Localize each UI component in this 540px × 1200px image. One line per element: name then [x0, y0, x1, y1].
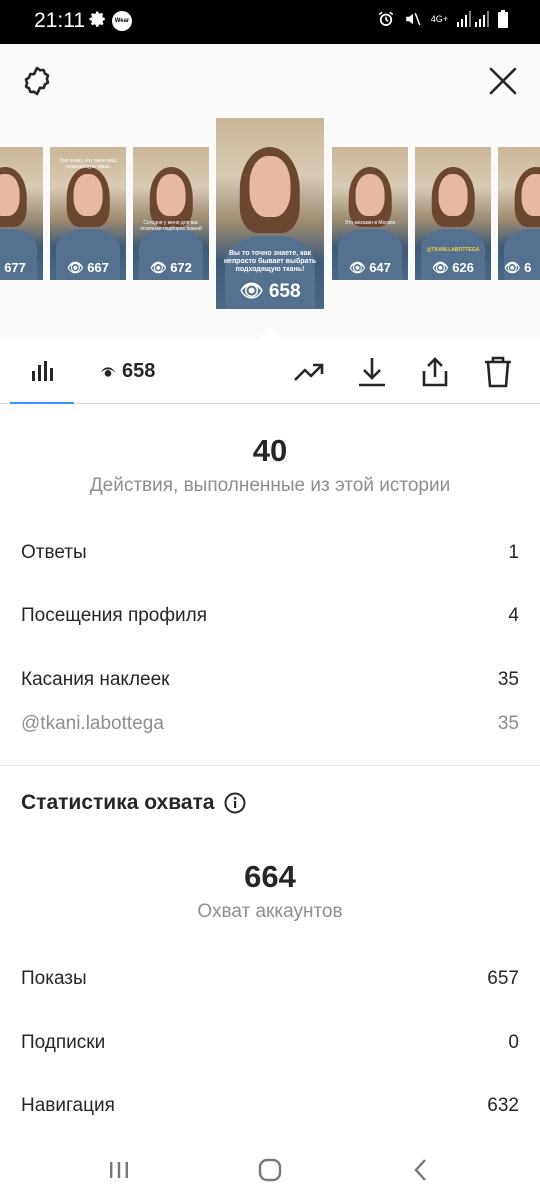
mute-icon: [405, 12, 421, 26]
story-thumbnail[interactable]: Уже знаю, что такое ваш подходящую ткань…: [50, 147, 126, 280]
network-type: 4G+: [430, 13, 448, 24]
stat-label: Посещения профиля: [21, 605, 207, 626]
section-divider: [0, 765, 540, 766]
story-caption: @TKANI.LABOTTEGA: [426, 246, 480, 253]
story-caption: Вы то точно знаете, как непросто бывает …: [223, 249, 317, 273]
story-insights-header: [0, 44, 540, 120]
story-thumbnail[interactable]: 👁 6: [498, 147, 540, 280]
tab-viewers[interactable]: 658: [100, 360, 155, 383]
stat-row-impressions: Показы 657: [21, 968, 519, 990]
story-views: 👁 647: [349, 260, 391, 275]
actions-caption: Действия, выполненные из этой истории: [89, 475, 451, 496]
stat-value: 0: [508, 1032, 519, 1053]
story-views: 👁 667: [67, 260, 109, 275]
home-icon[interactable]: [255, 1155, 285, 1185]
system-nav-bar: [0, 1140, 540, 1200]
stat-row-follows: Подписки 0: [21, 1032, 519, 1054]
stat-row-navigation: Навигация 632: [21, 1095, 519, 1117]
status-time: 21:11: [34, 9, 85, 32]
story-views: 👁 672: [150, 260, 192, 275]
info-icon[interactable]: [224, 792, 246, 814]
stories-carousel: 👁 677 Уже знаю, что такое ваш подходящую…: [0, 118, 540, 340]
signal-icon: [457, 11, 489, 27]
stat-value: 35: [497, 713, 519, 734]
reach-caption: Охват аккаунтов: [197, 901, 343, 922]
recent-apps-icon[interactable]: [104, 1155, 134, 1185]
story-views: 👁 677: [0, 260, 26, 275]
back-icon[interactable]: [406, 1155, 436, 1185]
story-caption: Уже знаю, что такое ваш подходящую ткань: [59, 157, 117, 170]
story-caption: Сегодня у меня для вас отличная подборка…: [140, 220, 202, 233]
story-thumbnail-selected[interactable]: Вы то точно знаете, как непросто бывает …: [216, 118, 324, 309]
settings-icon[interactable]: [20, 64, 54, 98]
battery-icon: [498, 10, 508, 28]
stat-label: Навигация: [21, 1095, 115, 1116]
reach-section-title: Статистика охвата: [21, 791, 246, 815]
stat-label: Показы: [21, 968, 87, 989]
stat-label: Подписки: [21, 1032, 106, 1053]
alarm-icon: [378, 11, 393, 26]
trash-icon[interactable]: [481, 355, 515, 389]
stat-label: @tkani.labottega: [21, 713, 164, 734]
reach-total: 664: [244, 859, 296, 894]
story-views: 👁 6: [504, 260, 532, 275]
stat-row-sticker-mention[interactable]: @tkani.labottega 35: [21, 713, 519, 735]
wear-app-icon: Wear: [112, 11, 132, 31]
share-icon[interactable]: [418, 355, 452, 389]
story-thumbnail[interactable]: 👁 677: [0, 147, 43, 280]
bar-chart-icon: [32, 361, 53, 381]
viewers-count: 658: [122, 360, 156, 382]
story-views: 👁 658: [239, 281, 301, 302]
stat-label: Ответы: [21, 542, 87, 563]
close-icon[interactable]: [486, 64, 520, 98]
status-bar: 21:11 Wear 4G+: [0, 0, 540, 44]
story-thumbnail[interactable]: @TKANI.LABOTTEGA 👁 626: [415, 147, 491, 280]
actions-total: 40: [252, 433, 288, 468]
stat-value: 657: [487, 968, 519, 989]
trending-icon[interactable]: [292, 355, 326, 389]
story-views: 👁 626: [432, 260, 474, 275]
download-icon[interactable]: [355, 355, 389, 389]
reach-title-text: Статистика охвата: [21, 791, 215, 814]
stat-row-profile-visits: Посещения профиля 4: [21, 605, 519, 627]
eye-icon: [100, 366, 116, 377]
stat-value: 35: [497, 669, 519, 690]
story-caption: Это магазин в Москве: [344, 220, 396, 227]
stat-row-sticker-taps: Касания наклеек 35: [21, 669, 519, 691]
gear-icon: [89, 11, 105, 27]
insights-toolbar: 658: [0, 340, 540, 404]
story-thumbnail[interactable]: Это магазин в Москве 👁 647: [332, 147, 408, 280]
stat-value: 1: [508, 542, 519, 563]
stat-value: 4: [508, 605, 519, 626]
stat-row-replies: Ответы 1: [21, 542, 519, 564]
stat-label: Касания наклеек: [21, 669, 170, 690]
tab-insights[interactable]: [10, 340, 74, 404]
selected-pointer: [258, 326, 282, 340]
story-thumbnail[interactable]: Сегодня у меня для вас отличная подборка…: [133, 147, 209, 280]
stat-value: 632: [487, 1095, 519, 1116]
